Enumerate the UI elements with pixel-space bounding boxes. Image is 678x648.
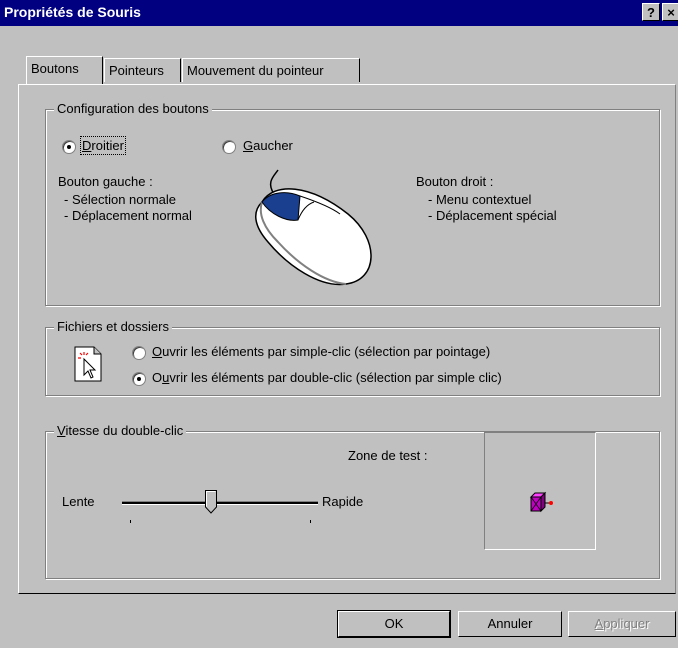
mouse-icon [255,169,372,286]
single-click-label[interactable]: Ouvrir les éléments par simple-clic (sél… [152,344,490,359]
help-button[interactable]: ? [642,3,660,21]
double-click-speed-group: Vitesse du double-clic Zone de test : Le… [45,423,660,579]
tab-label: Mouvement du pointeur [187,63,324,78]
right-handed-radio[interactable] [62,140,76,154]
title-bar: Propriétés de Souris ? × [0,0,678,26]
left-handed-label[interactable]: Gaucher [243,138,293,153]
label-prefix: O [152,370,163,385]
right-button-line1: - Menu contextuel [428,192,532,207]
accel-letter: O [152,344,163,359]
slow-label: Lente [62,494,95,509]
tab-label: Pointeurs [109,63,164,78]
slider-tick [310,520,311,523]
ok-button[interactable]: OK [337,610,451,638]
right-handed-label[interactable]: Droitier [80,136,126,155]
accel-letter: G [243,138,254,153]
label-rest: uvrir les éléments par simple-clic (séle… [162,344,491,359]
left-button-line1: - Sélection normale [64,192,176,207]
test-area-label: Zone de test : [348,448,428,463]
right-button-line2: - Déplacement spécial [428,208,557,223]
left-button-heading: Bouton gauche : [58,174,153,189]
apply-label-rest: ppliquer [603,616,650,631]
slider-track [122,501,318,505]
tab-mouvement-du-pointeur[interactable]: Mouvement du pointeur [182,58,360,82]
tab-panel: Configuration des boutons Droitier Gauch… [18,84,676,594]
fast-label: Rapide [322,494,364,509]
label-rest: roitier [91,138,124,153]
pointer-click-icon [74,346,102,382]
files-folders-group: Fichiers et dossiers Ouvrir les éléments… [45,319,660,396]
left-button-line2: - Déplacement normal [64,208,192,223]
tab-pointeurs[interactable]: Pointeurs [104,58,181,82]
double-click-speed-slider[interactable] [122,490,318,528]
accel-letter: A [594,616,604,631]
double-click-label[interactable]: Ouvrir les éléments par double-clic (sél… [152,370,502,385]
slider-tick [130,520,131,523]
double-click-radio[interactable] [132,372,146,386]
cancel-button[interactable]: Annuler [458,611,562,637]
buttons-config-group: Configuration des boutons Droitier Gauch… [45,101,660,306]
group-legend: Configuration des boutons [54,101,212,116]
left-handed-radio[interactable] [222,140,236,154]
group-legend: Fichiers et dossiers [54,319,172,334]
single-click-radio[interactable] [132,346,146,360]
accel-letter: D [82,138,92,153]
tab-label: Boutons [31,61,79,76]
tab-boutons[interactable]: Boutons [26,56,103,84]
group-legend: Vitesse du double-clic [54,423,187,438]
window-title: Propriétés de Souris [4,4,141,20]
label-rest: aucher [253,138,293,153]
legend-rest: itesse du double-clic [65,423,184,438]
jack-in-the-box-icon [529,491,553,513]
close-button[interactable]: × [662,3,678,21]
apply-button[interactable]: Appliquer [568,611,676,637]
right-button-heading: Bouton droit : [416,174,494,189]
slider-thumb[interactable] [205,490,217,514]
label-rest: vrir les éléments par double-clic (sélec… [169,370,502,385]
test-area[interactable] [484,432,596,550]
